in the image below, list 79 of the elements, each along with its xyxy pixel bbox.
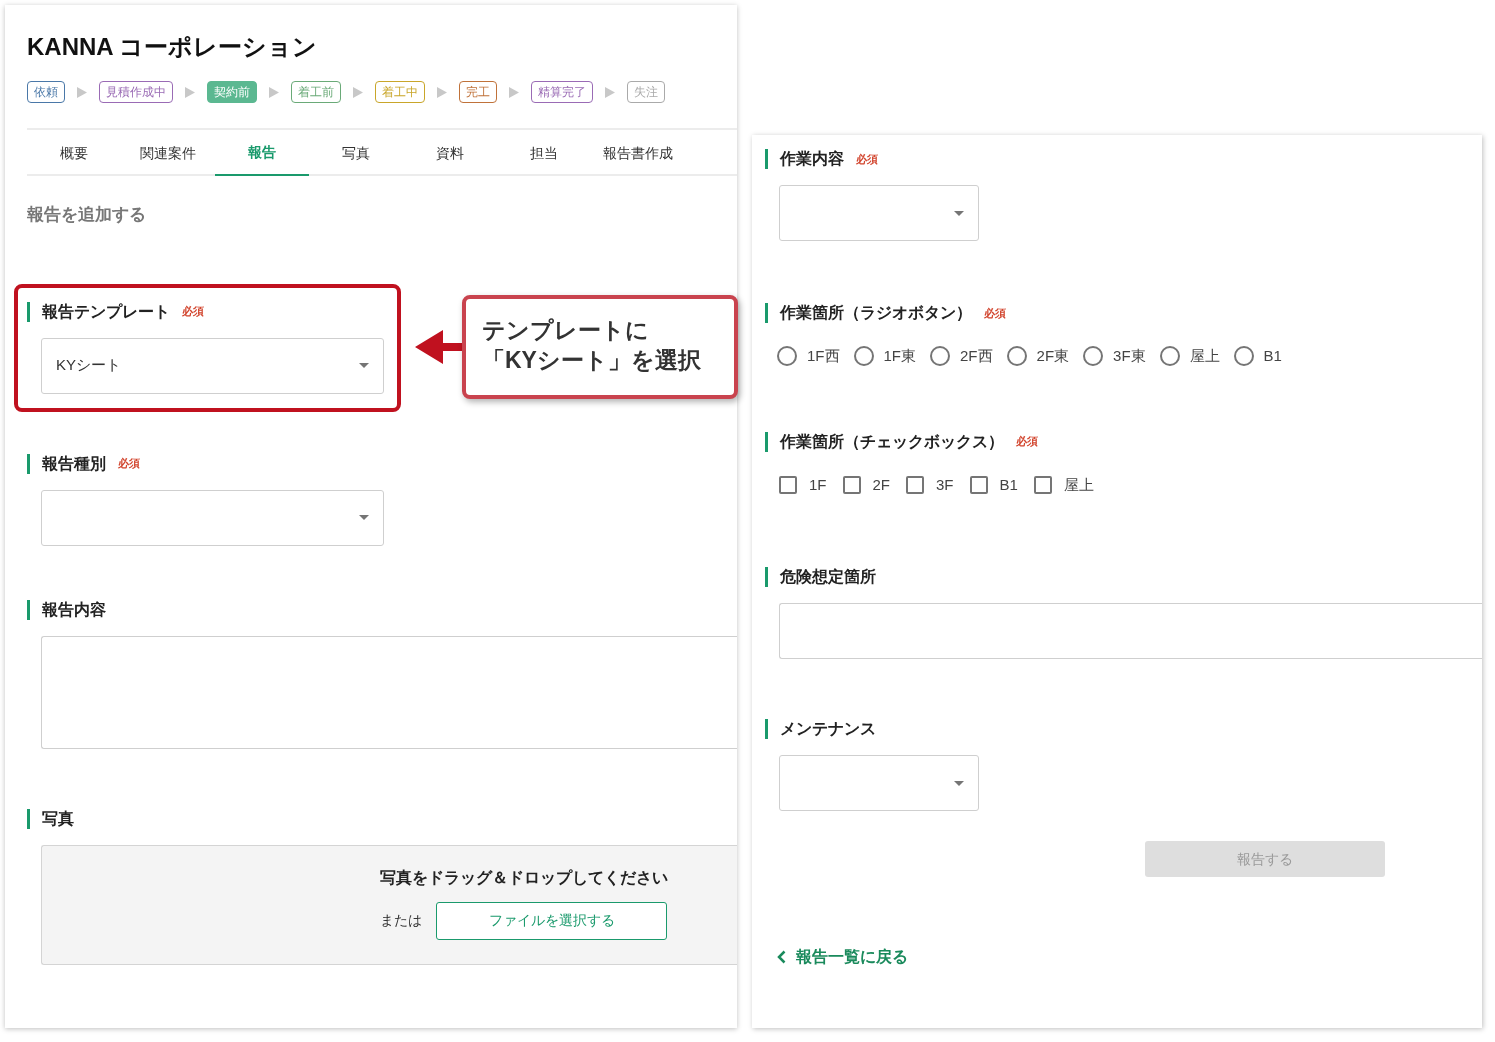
radio-button[interactable]: [1083, 346, 1104, 367]
radio-button[interactable]: [853, 346, 874, 367]
checkbox-label: 屋上: [1063, 474, 1094, 495]
radio-button[interactable]: [777, 346, 797, 367]
tab[interactable]: 報告: [215, 130, 309, 176]
status-step: 依頼: [27, 81, 65, 103]
tab[interactable]: 写真: [309, 130, 403, 176]
field-label: 作業箇所（ラジオボタン）: [780, 303, 972, 323]
dropzone-prompt: 写真をドラッグ＆ドロップしてください: [380, 867, 669, 888]
select-field[interactable]: [779, 185, 979, 241]
step-arrow-icon: [269, 86, 279, 98]
tab[interactable]: 関連案件: [121, 130, 215, 176]
select-field[interactable]: [779, 755, 979, 811]
radio-label: 屋上: [1189, 346, 1220, 366]
radio-button[interactable]: [1233, 346, 1254, 367]
checkbox-label: 3F: [936, 474, 954, 495]
photo-dropzone[interactable]: 写真をドラッグ＆ドロップしてください または ファイルを選択する: [41, 844, 737, 965]
radio-button[interactable]: [930, 346, 951, 367]
status-step: 見積作成中: [99, 81, 173, 103]
status-step: 契約前: [207, 81, 257, 103]
tab[interactable]: 資料: [403, 130, 497, 176]
checkbox[interactable]: [906, 475, 925, 494]
step-arrow-icon: [185, 86, 195, 98]
dropdown-caret-icon: [359, 363, 369, 368]
field-label: 報告テンプレート: [42, 301, 170, 322]
choose-file-button[interactable]: ファイルを選択する: [436, 901, 667, 940]
text-field[interactable]: [779, 603, 1482, 659]
radio-label: B1: [1263, 346, 1282, 366]
radio-label: 3F東: [1113, 346, 1146, 366]
step-arrow-icon: [605, 86, 615, 98]
checkbox[interactable]: [842, 475, 861, 494]
status-step: 失注: [627, 81, 665, 103]
field-label: メンテナンス: [780, 719, 876, 739]
status-step: 精算完了: [531, 81, 593, 103]
checkbox[interactable]: [779, 475, 797, 494]
step-arrow-icon: [353, 86, 363, 98]
required-tag: 必須: [118, 455, 140, 472]
tab[interactable]: 報告書作成: [591, 130, 685, 176]
tab[interactable]: 概要: [27, 130, 121, 176]
or-text: または: [380, 911, 422, 930]
step-arrow-icon: [437, 86, 447, 98]
checkbox[interactable]: [1033, 475, 1052, 494]
checkbox-label: 2F: [872, 474, 891, 495]
field-label: 作業箇所（チェックボックス）: [780, 431, 1004, 452]
step-arrow-icon: [77, 86, 87, 98]
status-step: 着工中: [375, 81, 425, 103]
radio-label: 2F西: [960, 346, 993, 366]
required-tag: 必須: [856, 150, 878, 168]
checkbox[interactable]: [969, 475, 988, 494]
radio-label: 1F西: [807, 346, 840, 366]
field-label: 報告種別: [42, 453, 106, 474]
callout-text: テンプレートに: [482, 315, 650, 345]
back-link[interactable]: 報告一覧に戻る: [777, 945, 1482, 969]
company-title: KANNA コーポレーション: [27, 33, 319, 61]
dropdown-caret-icon: [954, 780, 964, 786]
select-field[interactable]: [41, 489, 384, 546]
select-field[interactable]: KYシート: [41, 337, 384, 394]
step-arrow-icon: [509, 86, 519, 98]
status-step: 完工: [459, 81, 497, 103]
field-label: 作業内容: [780, 149, 844, 169]
callout-text: 「KYシート」を選択: [482, 345, 702, 375]
tab[interactable]: 担当: [497, 130, 591, 176]
radio-button[interactable]: [1159, 346, 1180, 367]
section-heading: 報告を追加する: [27, 204, 147, 226]
checkbox-label: B1: [999, 474, 1018, 495]
required-tag: 必須: [984, 304, 1006, 322]
radio-label: 2F東: [1036, 346, 1070, 366]
dropdown-caret-icon: [359, 515, 369, 520]
field-label: 写真: [42, 808, 74, 829]
chevron-left-icon: [777, 950, 786, 964]
field-label: 報告内容: [42, 599, 106, 620]
required-tag: 必須: [182, 303, 204, 320]
radio-button[interactable]: [1006, 346, 1027, 367]
field-label: 危険想定箇所: [780, 567, 876, 587]
required-tag: 必須: [1016, 433, 1038, 450]
dropdown-caret-icon: [954, 210, 964, 216]
checkbox-label: 1F: [809, 474, 827, 495]
status-step: 着工前: [291, 81, 341, 103]
radio-label: 1F東: [883, 346, 917, 366]
